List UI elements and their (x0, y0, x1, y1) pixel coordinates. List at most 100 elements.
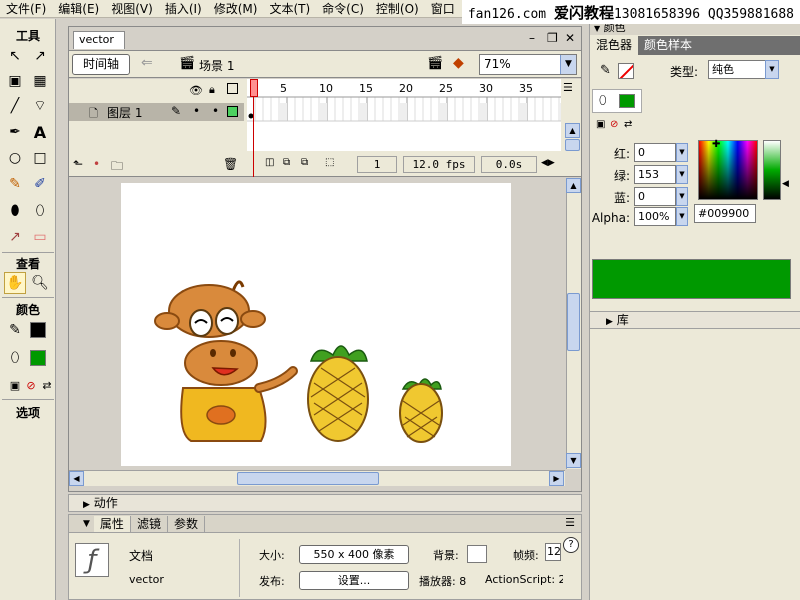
chevron-down-icon[interactable]: ▼ (676, 187, 688, 206)
restore-icon[interactable]: ❐ (547, 31, 558, 45)
chevron-down-icon[interactable]: ▼ (676, 165, 688, 184)
edit-multiple-icon[interactable]: ⬚ (325, 157, 334, 168)
center-frame-icon[interactable]: ◫ (265, 157, 274, 168)
blue-input[interactable]: 0 (634, 187, 676, 206)
fill-swatch[interactable] (619, 94, 635, 108)
scroll-right-icon[interactable]: ▶ (549, 471, 564, 486)
actions-panel-bar[interactable]: ▶ 动作 (68, 494, 582, 512)
layer-color-icon[interactable] (227, 106, 238, 117)
fps-input[interactable]: 12 (545, 543, 561, 561)
paint-bucket-icon[interactable]: ⬯ (29, 200, 51, 222)
oval-tool-icon[interactable]: ○ (4, 147, 26, 169)
brightness-slider[interactable] (763, 140, 781, 200)
text-tool-icon[interactable]: A (29, 121, 51, 143)
menu-modify[interactable]: 修改(M) (208, 0, 264, 17)
settings-button[interactable]: 设置... (299, 571, 409, 590)
menu-control[interactable]: 控制(O) (370, 0, 425, 17)
chevron-down-icon[interactable]: ▼ (560, 55, 576, 74)
ink-bottle-icon[interactable]: ⬮ (4, 200, 26, 222)
add-layer-icon[interactable]: ⬑ (73, 157, 83, 171)
hex-input[interactable]: #009900 (694, 204, 756, 223)
scroll-up-icon[interactable]: ▲ (565, 123, 580, 138)
swap-colors-icon[interactable]: ⇄ (36, 374, 58, 396)
gradient-transform-icon[interactable]: ▦ (29, 70, 51, 92)
trash-icon[interactable]: 🗑︎ (223, 157, 238, 171)
lock-icon[interactable]: 🔒︎ (209, 83, 215, 97)
horizontal-scroll-thumb[interactable] (237, 472, 379, 485)
eyedropper-icon[interactable]: ↗ (4, 226, 26, 248)
color-spectrum-field[interactable] (698, 140, 758, 200)
arrow-tool-icon[interactable]: ↖ (4, 45, 26, 67)
swap-colors-icon[interactable]: ⇄ (624, 119, 632, 130)
red-input[interactable]: 0 (634, 143, 676, 162)
menu-commands[interactable]: 命令(C) (316, 0, 370, 17)
menu-edit[interactable]: 编辑(E) (52, 0, 105, 17)
pineapple-small-illustration[interactable] (399, 378, 443, 443)
chevron-down-icon[interactable]: ▼ (676, 207, 688, 226)
hand-tool-icon[interactable]: ✋ (4, 272, 26, 294)
onion-skin-icon[interactable]: ⧉ (283, 157, 290, 168)
edit-symbols-icon[interactable]: ◆ (453, 55, 464, 71)
black-white-icon[interactable]: ▣ (596, 119, 605, 130)
add-folder-icon[interactable]: 🗀︎ (111, 157, 123, 178)
line-tool-icon[interactable]: ╱ (4, 95, 26, 117)
stage-vertical-scrollbar[interactable]: ▲ ▼ (566, 178, 581, 469)
size-button[interactable]: 550 x 400 像素 (299, 545, 409, 564)
tab-filters[interactable]: 滤镜 (131, 515, 168, 532)
chevron-down-icon[interactable]: ▼ (676, 143, 688, 162)
vertical-scroll-thumb[interactable] (567, 293, 580, 351)
outline-icon[interactable] (227, 83, 238, 94)
help-icon[interactable]: ? (563, 537, 579, 553)
frame-grid[interactable]: 1 5 10 15 20 25 30 35 (247, 79, 561, 151)
menu-insert[interactable]: 插入(I) (159, 0, 208, 17)
edit-scene-icon[interactable]: 🎬︎ (427, 56, 444, 71)
rectangle-tool-icon[interactable]: □ (29, 147, 51, 169)
green-input[interactable]: 153 (634, 165, 676, 184)
eraser-icon[interactable]: ▭ (29, 226, 51, 248)
pencil-tool-icon[interactable]: ✎ (4, 173, 26, 195)
stage[interactable] (121, 183, 511, 466)
stroke-none-swatch[interactable] (618, 63, 634, 79)
scroll-down-icon[interactable]: ▼ (566, 453, 581, 468)
collapse-arrow-icon[interactable]: ▼ (83, 519, 90, 529)
chevron-down-icon[interactable]: ▼ (765, 60, 779, 79)
menu-text[interactable]: 文本(T) (263, 0, 316, 17)
tab-parameters[interactable]: 参数 (168, 515, 205, 532)
visible-dot-icon[interactable]: • (193, 104, 200, 118)
scroll-left-icon[interactable]: ◀ (69, 471, 84, 486)
subselect-tool-icon[interactable]: ↗ (29, 45, 51, 67)
expand-arrow-icon[interactable]: ▶ (606, 317, 613, 327)
layer-row[interactable]: 🗋︎ 图层 1 ✎ • • (69, 103, 244, 121)
tab-properties[interactable]: 属性 (93, 515, 131, 532)
zoom-tool-icon[interactable]: 🔍︎ (29, 272, 51, 294)
lasso-tool-icon[interactable]: ⌔ (29, 95, 51, 117)
document-tab[interactable]: vector (73, 31, 125, 49)
scroll-left-icon[interactable]: ◀▶ (541, 158, 555, 168)
library-panel-bar[interactable]: ▶ 库 (590, 311, 800, 329)
menu-window[interactable]: 窗口 (425, 0, 461, 17)
scroll-up-icon[interactable]: ▲ (566, 178, 581, 193)
background-color-swatch[interactable] (467, 545, 487, 563)
stage-horizontal-scrollbar[interactable]: ◀ ▶ (69, 470, 565, 486)
slider-handle-icon[interactable]: ◀ (782, 179, 789, 189)
eye-icon[interactable]: 👁︎ (189, 84, 203, 97)
menu-view[interactable]: 视图(V) (105, 0, 159, 17)
timeline-button[interactable]: 时间轴 (72, 54, 130, 75)
lock-dot-icon[interactable]: • (212, 104, 219, 118)
zoom-select[interactable]: 71% ▼ (479, 54, 577, 75)
pen-tool-icon[interactable]: ✒ (4, 121, 26, 143)
tab-color-mixer[interactable]: 混色器 (590, 36, 639, 55)
tab-color-swatches[interactable]: 颜色样本 (638, 36, 698, 55)
onion-outline-icon[interactable]: ⧉ (301, 157, 308, 168)
no-color-icon[interactable]: ⊘ (610, 119, 618, 130)
minimize-icon[interactable]: – (529, 31, 535, 45)
menu-file[interactable]: 文件(F) (0, 0, 52, 17)
brush-tool-icon[interactable]: ✐ (29, 173, 51, 195)
back-arrow-icon[interactable]: ⇐ (141, 55, 153, 71)
fill-selector[interactable]: ⬯ (592, 89, 642, 113)
expand-arrow-icon[interactable]: ▶ (83, 500, 90, 510)
stroke-color-swatch[interactable] (30, 322, 46, 338)
panel-menu-icon[interactable]: ☰ (565, 516, 575, 529)
free-transform-icon[interactable]: ▣ (4, 70, 26, 92)
cow-illustration[interactable] (154, 280, 298, 442)
